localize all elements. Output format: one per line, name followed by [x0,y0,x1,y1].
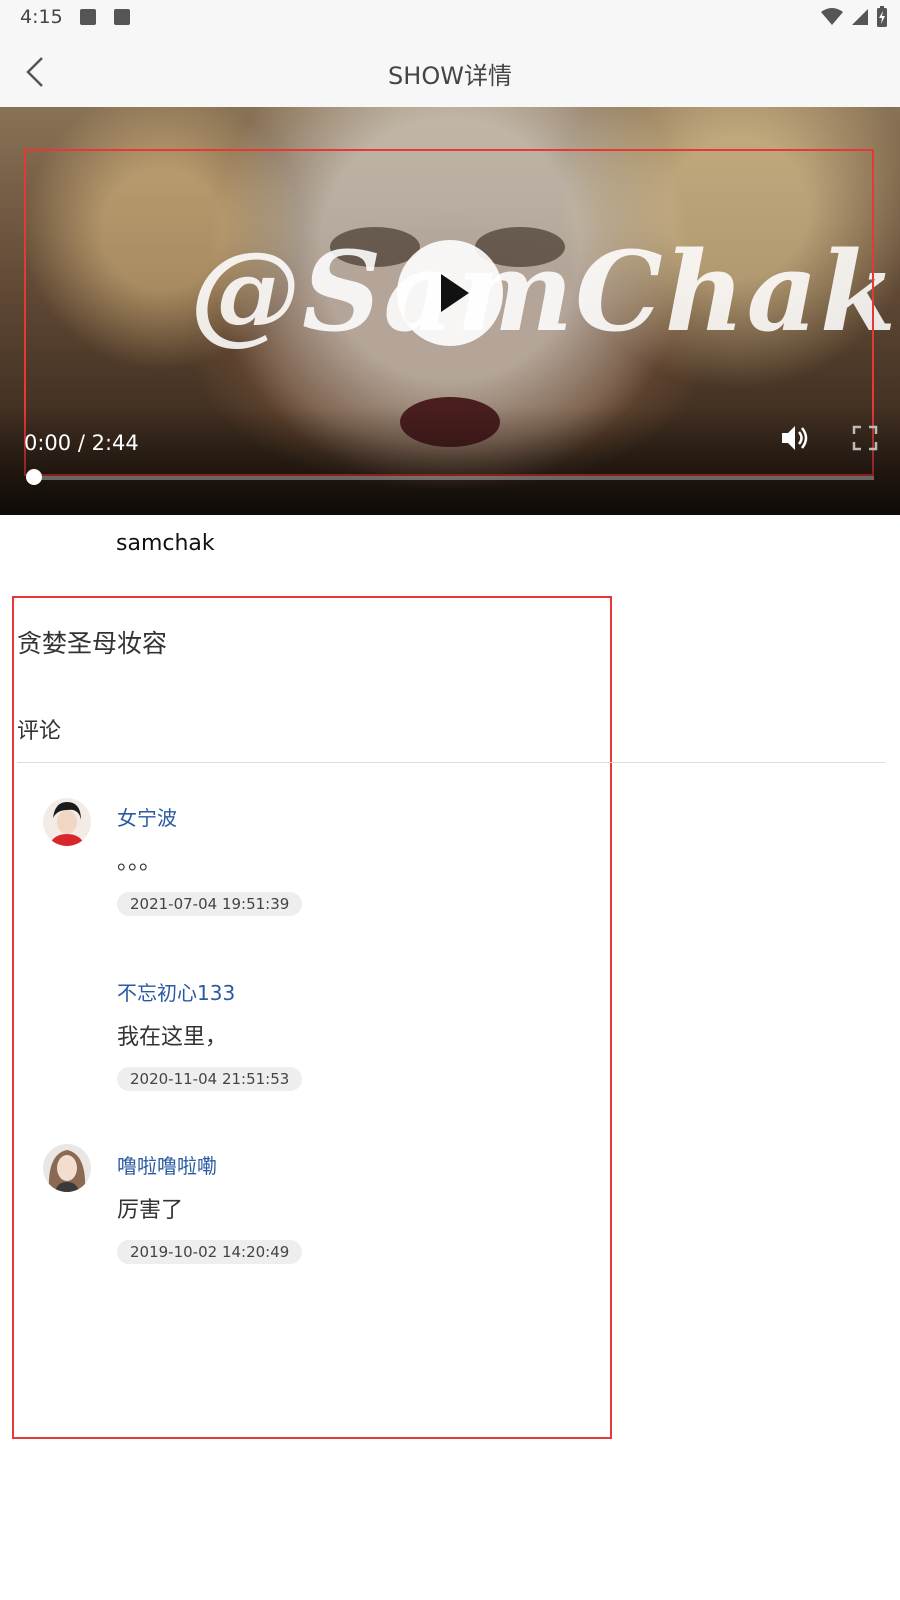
comment-text: 。。。 [117,850,162,875]
video-progress-knob[interactable] [26,469,42,485]
comment-text: 我在这里， [117,1025,228,1050]
volume-icon [782,426,808,450]
avatar-image [43,798,91,846]
video-progress-track[interactable] [32,476,874,480]
fullscreen-icon [852,425,878,451]
video-controls-bar [0,407,900,515]
comment-timestamp: 2020-11-04 21:51:53 [117,1067,303,1091]
avatar[interactable] [43,798,91,846]
comment-item: 女宁波 。。。 2021-07-04 19:51:39 [0,790,900,930]
avatar[interactable] [43,1144,91,1192]
play-button[interactable] [397,240,503,346]
comment-item: 噜啦噜啦嘞 厉害了 2019-10-02 14:20:49 [0,1138,900,1278]
comment-item: 不忘初心133 我在这里， 2020-11-04 21:51:53 [0,965,900,1105]
play-icon [441,274,469,312]
volume-button[interactable] [778,421,812,455]
comment-username[interactable]: 噜啦噜啦嘞 [117,1150,217,1179]
status-bar: 4:15 [0,0,900,36]
comment-text: 厉害了 [117,1198,184,1223]
signal-icon [852,9,868,25]
comments-section-title: 评论 [17,719,62,744]
page-title: SHOW详情 [388,62,512,90]
top-app-bar: SHOW详情 [0,36,900,108]
show-title: 贪婪圣母妆容 [17,629,168,658]
wifi-icon [821,8,843,25]
video-player[interactable]: @SamChak 0:00 / 2:44 [0,107,900,515]
comment-username[interactable]: 女宁波 [117,802,177,831]
fullscreen-button[interactable] [852,425,878,451]
status-right-icons [820,6,888,28]
comment-timestamp: 2019-10-02 14:20:49 [117,1240,303,1264]
video-time-label: 0:00 / 2:44 [24,431,139,455]
divider [17,762,885,763]
avatar-image [43,1144,91,1192]
gallery-notification-icon [80,9,96,25]
comment-username[interactable]: 不忘初心133 [117,977,235,1006]
status-time: 4:15 [20,6,63,28]
author-name[interactable]: samchak [116,531,215,556]
comment-timestamp: 2021-07-04 19:51:39 [117,892,303,916]
keyboard-notification-icon [114,9,130,25]
battery-icon [877,6,887,27]
